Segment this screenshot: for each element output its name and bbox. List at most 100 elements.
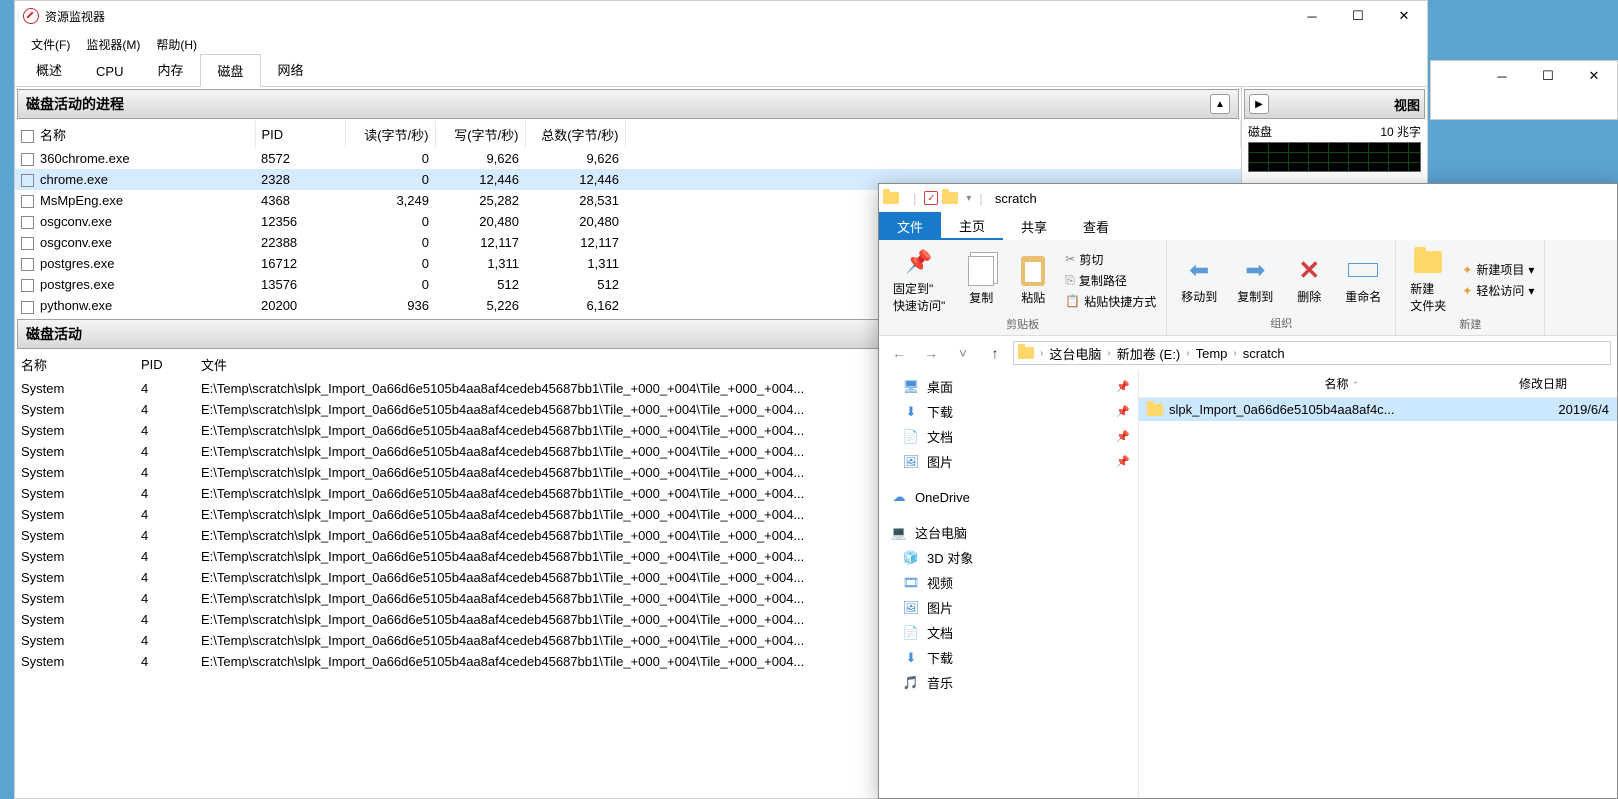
- tab-cpu[interactable]: CPU: [79, 57, 140, 86]
- nav-pictures[interactable]: 🖼图片📌: [879, 449, 1138, 474]
- copyto-button[interactable]: ➡复制到: [1231, 252, 1279, 307]
- nav-up-button[interactable]: ↑: [981, 341, 1009, 365]
- col-read[interactable]: 读(字节/秒): [345, 121, 435, 148]
- bg-maximize-button[interactable]: ☐: [1525, 61, 1571, 91]
- crumb-drive[interactable]: 新加卷 (E:): [1113, 342, 1185, 365]
- pin-icon: 📌: [1116, 430, 1130, 443]
- checkbox[interactable]: [21, 216, 34, 229]
- tab-overview[interactable]: 概述: [19, 53, 79, 86]
- pin-icon: 📌: [1116, 455, 1130, 468]
- copy-button[interactable]: 复制: [959, 253, 1003, 308]
- maximize-button[interactable]: ☐: [1335, 1, 1381, 31]
- nav-history-button[interactable]: ˅: [949, 341, 977, 365]
- file-date: 2019/6/4: [1558, 402, 1609, 417]
- scissors-icon: ✂: [1065, 252, 1075, 266]
- side-header[interactable]: ▶ 视图: [1244, 89, 1425, 119]
- checkbox[interactable]: [21, 258, 34, 271]
- col-pid[interactable]: PID: [135, 351, 195, 378]
- col-date[interactable]: 修改日期: [1519, 375, 1609, 392]
- nav-forward-button[interactable]: →: [917, 341, 945, 365]
- resmon-app-icon: [23, 8, 39, 24]
- menu-monitor[interactable]: 监视器(M): [86, 36, 140, 53]
- qat-check-icon[interactable]: ✓: [924, 191, 938, 205]
- checkbox[interactable]: [21, 237, 34, 250]
- cut-button[interactable]: ✂剪切: [1063, 250, 1158, 269]
- easyaccess-button[interactable]: ✦轻松访问 ▾: [1460, 281, 1536, 300]
- ribbon-tab-file[interactable]: 文件: [879, 212, 941, 240]
- nav-downloads[interactable]: ⬇下载📌: [879, 399, 1138, 424]
- checkbox[interactable]: [21, 153, 34, 166]
- nav-back-button[interactable]: ←: [885, 341, 913, 365]
- crumb-temp[interactable]: Temp: [1192, 344, 1232, 363]
- tab-memory[interactable]: 内存: [140, 53, 200, 86]
- nav-thispc[interactable]: 💻这台电脑: [879, 520, 1138, 545]
- col-total[interactable]: 总数(字节/秒): [525, 121, 625, 148]
- newfolder-button[interactable]: 新建文件夹: [1404, 244, 1452, 316]
- col-pid[interactable]: PID: [255, 121, 345, 148]
- breadcrumb-bar: ← → ˅ ↑ › 这台电脑› 新加卷 (E:)› Temp› scratch: [879, 336, 1617, 370]
- nav-downloads2[interactable]: ⬇下载: [879, 645, 1138, 670]
- checkbox[interactable]: [21, 174, 34, 187]
- checkbox[interactable]: [21, 195, 34, 208]
- ribbon-group-new: 新建: [1404, 316, 1536, 332]
- nav-videos[interactable]: 🎞视频: [879, 570, 1138, 595]
- nav-3dobjects[interactable]: 🧊3D 对象: [879, 545, 1138, 570]
- minimize-button[interactable]: ─: [1289, 1, 1335, 31]
- nav-onedrive[interactable]: ☁OneDrive: [879, 486, 1138, 508]
- bg-minimize-button[interactable]: ─: [1479, 61, 1525, 91]
- file-row[interactable]: slpk_Import_0a66d6e5105b4aa8af4c... 2019…: [1139, 398, 1617, 421]
- nav-documents[interactable]: 📄文档📌: [879, 424, 1138, 449]
- explorer-titlebar[interactable]: | ✓ ▾ | scratch: [879, 184, 1617, 212]
- nav-desktop[interactable]: 🖥桌面📌: [879, 374, 1138, 399]
- tab-network[interactable]: 网络: [261, 53, 321, 86]
- expand-icon[interactable]: ▶: [1249, 94, 1269, 114]
- checkbox-all[interactable]: [21, 130, 34, 143]
- explorer-window: | ✓ ▾ | scratch 文件 主页 共享 查看 📌 固定到"快速访问" …: [878, 183, 1618, 799]
- ribbon-tab-share[interactable]: 共享: [1003, 212, 1065, 240]
- tab-disk[interactable]: 磁盘: [200, 54, 260, 87]
- resmon-titlebar[interactable]: 资源监视器 ─ ☐ ✕: [15, 1, 1427, 31]
- copy-icon: [968, 256, 994, 286]
- pin-button[interactable]: 📌 固定到"快速访问": [887, 244, 951, 316]
- nav-documents2[interactable]: 📄文档: [879, 620, 1138, 645]
- col-name[interactable]: 名称: [40, 128, 66, 143]
- paste-icon: [1021, 256, 1045, 286]
- newitem-button[interactable]: ✦新建项目 ▾: [1460, 260, 1536, 279]
- nav-music[interactable]: 🎵音乐: [879, 670, 1138, 695]
- download-icon: ⬇: [903, 650, 919, 666]
- pasteshortcut-button[interactable]: 📋粘贴快捷方式: [1063, 292, 1158, 311]
- ribbon-tab-view[interactable]: 查看: [1065, 212, 1127, 240]
- checkbox[interactable]: [21, 279, 34, 292]
- moveto-button[interactable]: ⬅移动到: [1175, 252, 1223, 307]
- qat-dropdown-icon[interactable]: ▾: [966, 193, 971, 204]
- crumb-thispc[interactable]: 这台电脑: [1045, 342, 1105, 365]
- menu-file[interactable]: 文件(F): [31, 36, 70, 53]
- ribbon-tabs: 文件 主页 共享 查看: [879, 212, 1617, 240]
- copypath-button[interactable]: ⎘复制路径: [1063, 271, 1158, 290]
- crumb-scratch[interactable]: scratch: [1239, 344, 1289, 363]
- table-row[interactable]: 360chrome.exe857209,6269,626: [15, 148, 1241, 169]
- file-name: slpk_Import_0a66d6e5105b4aa8af4c...: [1169, 402, 1552, 417]
- col-write[interactable]: 写(字节/秒): [435, 121, 525, 148]
- qat-folder-icon[interactable]: [942, 192, 958, 204]
- paste-button[interactable]: 粘贴: [1011, 253, 1055, 308]
- col-name[interactable]: 名称: [15, 351, 135, 378]
- nav-pictures2[interactable]: 🖼图片: [879, 595, 1138, 620]
- pc-icon: 💻: [891, 525, 907, 541]
- checkbox[interactable]: [21, 301, 34, 314]
- explorer-title: scratch: [995, 191, 1037, 206]
- bg-close-button[interactable]: ✕: [1571, 61, 1617, 91]
- section-disk-processes[interactable]: 磁盘活动的进程 ▲: [17, 89, 1239, 119]
- col-name[interactable]: 名称 ⌃: [1165, 375, 1519, 392]
- view-label[interactable]: 视图: [1394, 95, 1420, 114]
- delete-button[interactable]: ✕删除: [1287, 252, 1331, 307]
- address-bar[interactable]: › 这台电脑› 新加卷 (E:)› Temp› scratch: [1013, 341, 1611, 365]
- nav-pane: 🖥桌面📌 ⬇下载📌 📄文档📌 🖼图片📌 ☁OneDrive 💻这台电脑 🧊3D …: [879, 370, 1139, 798]
- collapse-icon[interactable]: ▲: [1210, 94, 1230, 114]
- close-button[interactable]: ✕: [1381, 1, 1427, 31]
- ribbon-tab-home[interactable]: 主页: [941, 212, 1003, 240]
- menu-help[interactable]: 帮助(H): [156, 36, 197, 53]
- rename-button[interactable]: 重命名: [1339, 252, 1387, 307]
- pin-icon: 📌: [1116, 380, 1130, 393]
- video-icon: 🎞: [903, 575, 919, 591]
